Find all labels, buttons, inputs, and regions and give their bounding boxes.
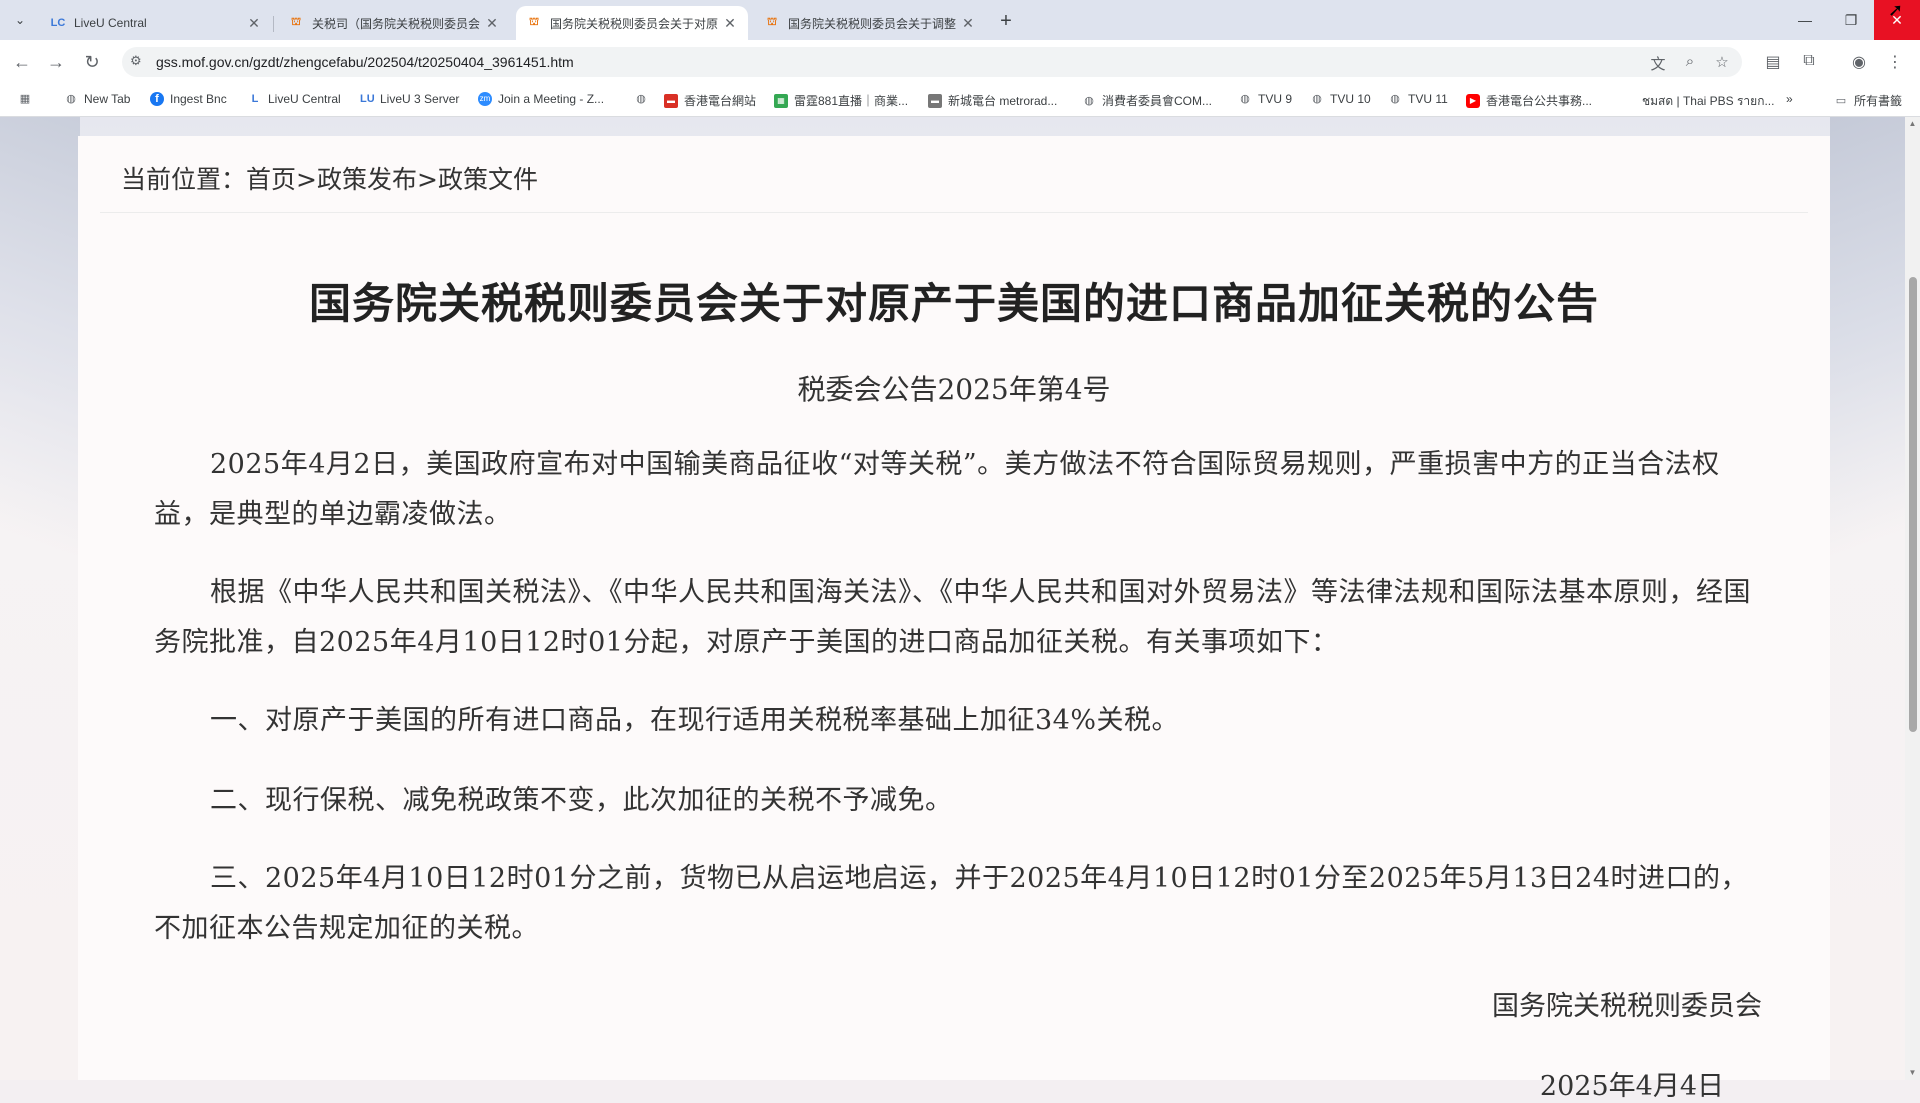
tab-search-chevron-down-icon[interactable]: ⌄ (6, 8, 34, 32)
tab-title: 关税司（国务院关税税则委员会 (312, 16, 480, 31)
paragraph-item-1: 一、对原产于美国的所有进口商品，在现行适用关税税率基础上加征34%关税。 (210, 705, 1180, 736)
all-bookmarks-folder[interactable]: ▭ 所有書籤 (1834, 92, 1902, 109)
browser-toolbar: ← → ↻ ⚙ gss.mof.gov.cn/gzdt/zhengcefabu/… (0, 40, 1920, 84)
globe-icon: ◍ (66, 93, 76, 105)
tab-title: 国务院关税税则委员会关于调整 (788, 16, 956, 31)
bookmark-consumer-council[interactable]: ◍ 消費者委員會COM... (1082, 92, 1212, 109)
tab-customs-dept[interactable]: ⛫ 关税司（国务院关税税则委员会 ✕ (278, 6, 510, 40)
globe-icon: ◍ (1390, 93, 1400, 105)
bookmark-tvu-11[interactable]: ◍ TVU 11 (1388, 92, 1448, 106)
bookmarks-overflow-chevron-icon[interactable]: » (1786, 92, 1793, 106)
bookmark-liveu-3-server[interactable]: LU LiveU 3 Server (360, 92, 459, 106)
gov-emblem-icon: ⛫ (766, 16, 778, 28)
bookmark-rthk[interactable]: ▬ 香港電台網站 (664, 92, 756, 109)
scrollbar-thumb[interactable] (1909, 277, 1917, 732)
bookmark-liveu-central[interactable]: L LiveU Central (248, 92, 341, 106)
globe-icon: ◍ (1240, 93, 1250, 105)
more-menu-icon[interactable]: ⋮ (1884, 52, 1906, 72)
bookmark-star-icon[interactable]: ☆ (1712, 53, 1732, 71)
bookmark-ingest-bnc[interactable]: f Ingest Bnc (150, 92, 227, 106)
mouse-cursor-icon: ➚ (1888, 0, 1904, 20)
scroll-down-arrow-icon[interactable]: ▼ (1905, 1066, 1920, 1080)
paragraph-legal-basis: 根据《中华人民共和国关税法》、《中华人民共和国海关法》、《中华人民共和国对外贸易… (154, 577, 1751, 658)
tab-title: LiveU Central (74, 16, 147, 30)
tab-separator (273, 16, 274, 32)
gov-emblem-icon: ⛫ (528, 16, 540, 28)
url-text[interactable]: gss.mof.gov.cn/gzdt/zhengcefabu/202504/t… (156, 54, 574, 70)
media-router-icon[interactable]: ▤ (1762, 52, 1784, 72)
paragraph-item-2: 二、现行保税、减免税政策不变，此次加征的关税不予减免。 (210, 785, 953, 816)
address-bar[interactable]: ⚙ gss.mof.gov.cn/gzdt/zhengcefabu/202504… (122, 47, 1742, 77)
forward-arrow-icon[interactable]: → (44, 50, 68, 74)
page-title: 国务院关税税则委员会关于对原产于美国的进口商品加征关税的公告 (308, 279, 1599, 328)
bookmark-globe[interactable]: ◍ (634, 92, 654, 106)
bookmark-new-tab[interactable]: ◍ New Tab (64, 92, 130, 106)
tab-tariff-announcement[interactable]: ⛫ 国务院关税税则委员会关于对原 ✕ (516, 6, 748, 40)
bookmark-thai-pbs[interactable]: ชมสด | Thai PBS รายก... (1642, 92, 1774, 111)
article-container: 当前位置：首页>政策发布>政策文件 国务院关税税则委员会关于对原产于美国的进口商… (78, 136, 1830, 1102)
breadcrumb-prefix: 当前位置： (121, 165, 247, 194)
minimize-icon[interactable]: — (1782, 0, 1828, 40)
youtube-icon: ▶ (1466, 93, 1480, 108)
back-arrow-icon[interactable]: ← (10, 50, 34, 74)
paragraph-intro: 2025年4月2日，美国政府宣布对中国输美商品征收“对等关税”。美方做法不符合国… (154, 449, 1720, 530)
breadcrumb-separator: > (417, 165, 438, 194)
tab-title: 国务院关税税则委员会关于对原 (550, 16, 718, 31)
decorative-mountain-right (1830, 117, 1905, 717)
radio-icon: ▦ (774, 93, 788, 108)
tab-close-icon[interactable]: ✕ (722, 15, 738, 32)
breadcrumb-separator: > (296, 165, 317, 194)
paragraph-item-3: 三、2025年4月10日12时01分之前，货物已从启运地启运，并于2025年4月… (154, 863, 1749, 944)
reload-icon[interactable]: ↻ (80, 50, 104, 74)
breadcrumb-link-policy-release[interactable]: 政策发布 (317, 165, 417, 194)
tab-strip: ⌄ LC LiveU Central ✕ ⛫ 关税司（国务院关税税则委员会 ✕ … (0, 0, 1920, 40)
bookmark-metro[interactable]: ▬ 新城電台 metrorad... (928, 92, 1057, 109)
bookmark-881[interactable]: ▦ 雷霆881直播｜商業... (774, 92, 908, 109)
bookmark-tvu-10[interactable]: ◍ TVU 10 (1310, 92, 1371, 106)
document-number: 税委会公告2025年第4号 (797, 373, 1111, 406)
breadcrumb: 当前位置：首页>政策发布>政策文件 (121, 160, 538, 196)
liveu-icon: LC (50, 17, 66, 29)
restore-icon[interactable]: ❐ (1828, 0, 1874, 40)
extensions-puzzle-icon[interactable]: ⧉ (1798, 52, 1820, 70)
bookmark-rthk-youtube[interactable]: ▶ 香港電台公共事務... (1466, 92, 1592, 109)
zoom-magnifier-icon[interactable]: ⌕ (1680, 53, 1700, 70)
new-tab-plus-icon[interactable]: + (996, 10, 1016, 33)
liveu-icon: L (251, 93, 259, 105)
divider (100, 212, 1808, 213)
globe-icon: ◍ (1084, 94, 1094, 107)
scroll-up-arrow-icon[interactable]: ▲ (1905, 117, 1920, 131)
apps-grid-icon[interactable]: ▦ (18, 92, 38, 106)
profile-avatar-icon[interactable]: ◉ (1848, 52, 1870, 72)
decorative-mountain-left (0, 117, 80, 717)
breadcrumb-link-home[interactable]: 首页 (246, 165, 296, 194)
tab-tariff-adjustment[interactable]: ⛫ 国务院关税税则委员会关于调整 ✕ (754, 6, 986, 40)
bookmarks-bar: ▦ ◍ New Tab f Ingest Bnc L LiveU Central LU… (0, 84, 1920, 117)
rthk-icon: ▬ (664, 93, 678, 108)
translate-icon[interactable]: 文 (1648, 53, 1668, 74)
globe-icon: ◍ (1312, 93, 1322, 105)
folder-icon: ▭ (1835, 94, 1847, 107)
tab-liveu-central[interactable]: LC LiveU Central ✕ (40, 6, 272, 40)
globe-icon: ◍ (636, 93, 646, 105)
zoom-icon: zm (478, 92, 492, 106)
tab-close-icon[interactable]: ✕ (960, 15, 976, 32)
metro-icon: ▬ (928, 93, 942, 108)
gov-emblem-icon: ⛫ (290, 16, 302, 28)
issuer-signature: 国务院关税税则委员会 (1492, 991, 1762, 1022)
page-scrollbar[interactable]: ▲ ▼ (1905, 117, 1920, 1080)
facebook-icon: f (150, 92, 164, 106)
issue-date: 2025年4月4日 (1539, 1071, 1724, 1102)
site-info-icon[interactable]: ⚙ (130, 53, 142, 69)
bookmark-zoom-meeting[interactable]: zm Join a Meeting - Z... (478, 92, 604, 106)
tab-close-icon[interactable]: ✕ (246, 15, 262, 32)
bookmark-tvu-9[interactable]: ◍ TVU 9 (1238, 92, 1292, 106)
breadcrumb-link-policy-docs[interactable]: 政策文件 (438, 165, 538, 194)
tab-close-icon[interactable]: ✕ (484, 15, 500, 32)
liveu-icon: LU (360, 93, 375, 105)
